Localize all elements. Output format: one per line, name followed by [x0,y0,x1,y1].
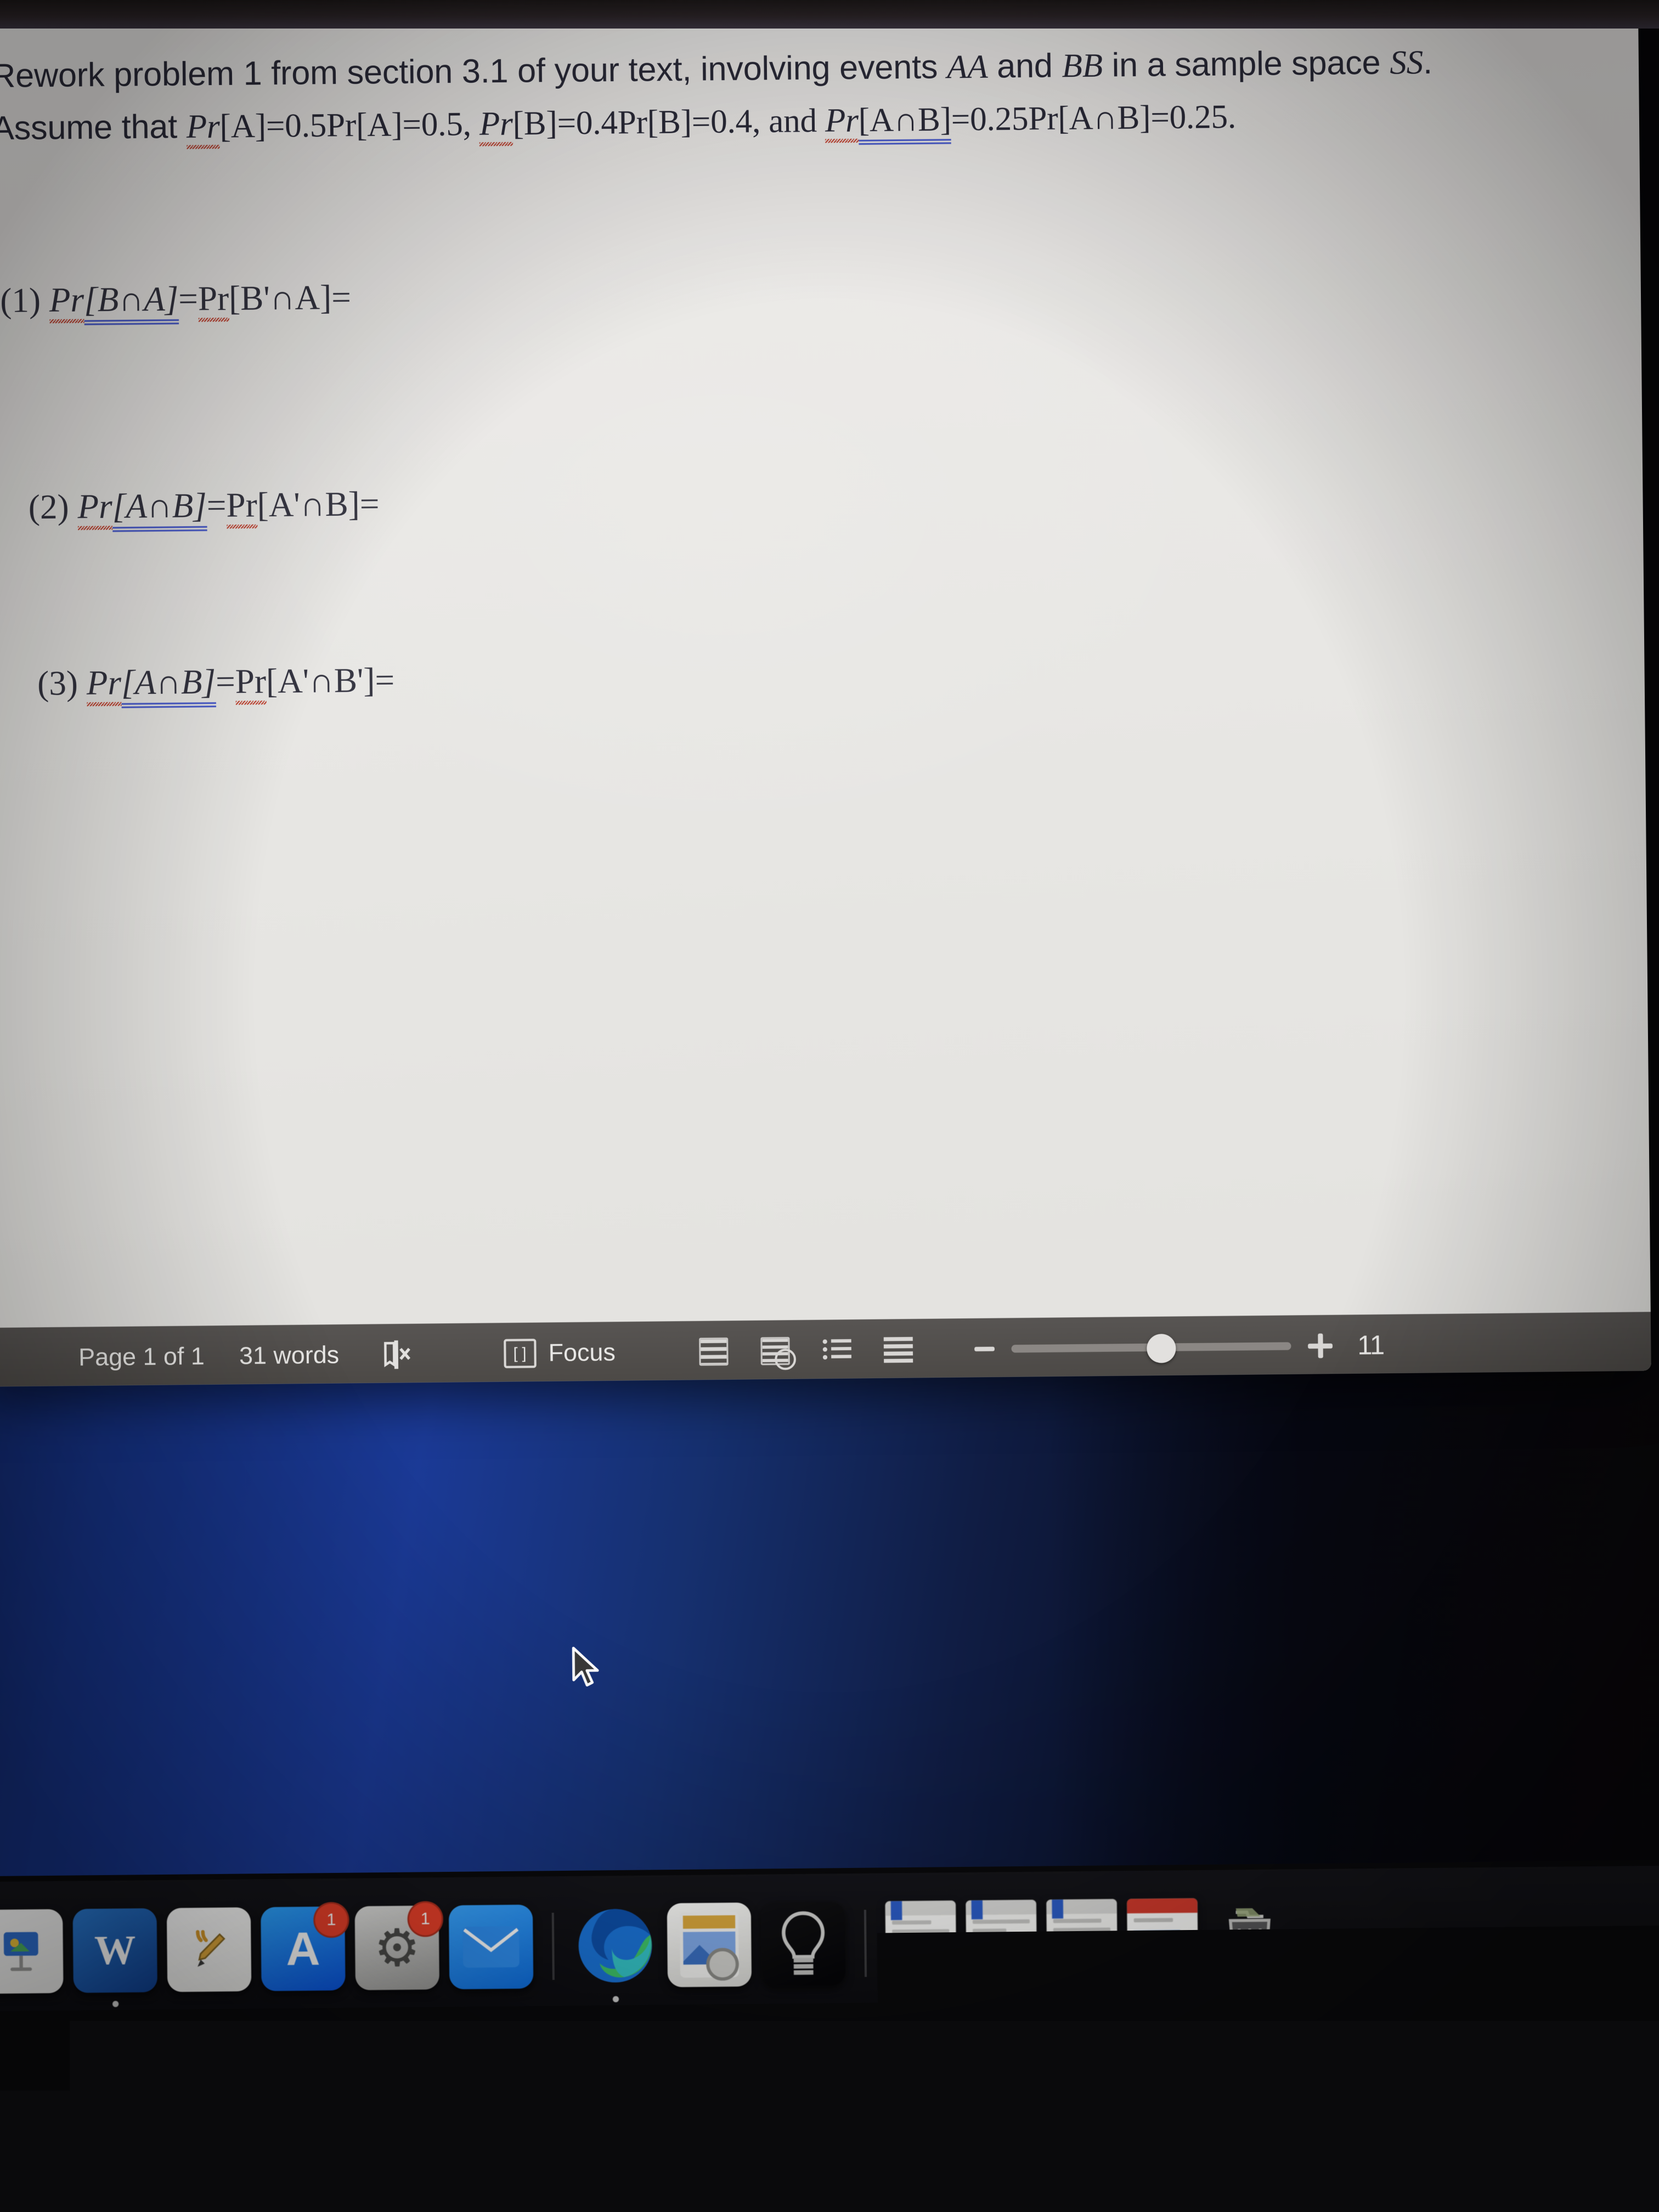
display-top-bezel [0,0,1659,29]
question-2-trailing-equals: = [359,485,379,523]
pr-a-expression: [A]=0.5Pr[A]=0.5, [219,105,479,145]
document-page[interactable]: Rework problem 1 from section 3.1 of you… [0,0,1651,1328]
question-1-pr-left: Pr [49,281,84,323]
draft-view-icon [884,1337,913,1363]
question-1-number: (1) [0,281,41,320]
zoom-percentage-label[interactable]: 11 [1357,1330,1384,1361]
lamp-bulb-icon [769,1908,837,1981]
dock-item-system-preferences[interactable]: ⚙ 1 [355,1905,439,1990]
pages-pencil-icon [182,1922,236,1977]
pr-b-token: Pr [479,105,513,146]
pr-ab-set-grammar-flag: [A∩B] [858,101,951,145]
question-3-pr-right: Pr [235,663,266,705]
trash-icon [1216,1903,1283,1977]
paragraph-intro-1: Rework problem 1 from section 3.1 of you… [0,36,1614,100]
zoom-slider-track[interactable] [1012,1342,1291,1352]
dock-item-desk-lamp-app[interactable] [761,1901,845,1986]
mouse-cursor [571,1646,603,1689]
app-store-icon: A [286,1921,320,1976]
question-item-1[interactable]: (1) Pr[B∩A]=Pr[B'∩A]= [0,278,351,321]
question-3-equals: = [216,663,235,701]
event-a-math: AA [947,48,988,85]
word-icon-letter: W [94,1927,136,1974]
question-3-trailing-equals: = [375,661,394,699]
dock-item-mail[interactable] [449,1905,533,1989]
proofing-errors-icon[interactable] [379,1337,414,1372]
app-store-badge-count: 1 [313,1902,349,1938]
question-2-set-right: [A'∩B] [257,486,360,524]
pr-b-expression: [B]=0.4Pr[B]=0.4, and [512,102,825,142]
zoom-control-group[interactable]: 11 [974,1330,1384,1364]
intro-period: . [1423,43,1432,81]
question-2-pr-left: Pr [77,488,112,530]
question-2-number: (2) [28,488,69,527]
preview-icon [670,1905,749,1984]
pr-a-token: Pr [186,108,220,149]
print-layout-icon [699,1338,729,1366]
question-1-pr-right: Pr [198,280,229,322]
minimized-document-2[interactable] [966,1900,1037,1984]
outline-view-button[interactable] [822,1337,852,1364]
intro-lead-text: Rework problem 1 from section 3.1 of you… [0,48,947,94]
zoom-slider-thumb[interactable] [1147,1334,1177,1363]
question-1-set-left: [B∩A] [84,280,179,325]
dock-item-keynote[interactable] [0,1909,64,1994]
dock-item-microsoft-word[interactable]: W [72,1908,157,1993]
dock-item-app-store[interactable]: A 1 [261,1906,345,1991]
question-2-set-left: [A∩B] [112,487,207,532]
running-indicator-dot [613,1996,619,2002]
print-layout-view-button[interactable] [699,1338,729,1365]
question-3-number: (3) [37,664,78,703]
minimized-document-1[interactable] [885,1900,956,1985]
edge-icon [573,1903,657,1988]
question-2-equals: = [206,487,226,525]
dock-item-pages[interactable] [167,1908,251,1992]
macbook-air-brand-text: Book Air [3,2085,120,2120]
dock-item-microsoft-edge[interactable] [573,1903,657,1988]
page-count-status[interactable]: Page 1 of 1 [78,1342,205,1372]
pr-ab-token: Pr [825,102,859,143]
running-indicator-dot [112,2001,119,2007]
macos-dock[interactable]: W A 1 ⚙ 1 [0,1865,1659,2022]
intro-mid-text: and [988,47,1062,85]
question-3-set-left: [A∩B] [121,663,216,708]
focus-mode-button[interactable]: [ ] Focus [504,1338,616,1368]
dock-item-preview[interactable] [667,1903,752,1987]
question-3-set-right: [A'∩B'] [266,662,375,701]
focus-mode-icon: [ ] [504,1339,537,1368]
dock-separator-2 [864,1910,867,1977]
draft-view-button[interactable] [884,1336,913,1363]
dock-separator-1 [552,1913,555,1980]
web-layout-view-button[interactable] [761,1338,791,1364]
question-item-3[interactable]: (3) Pr[A∩B]=Pr[A'∩B']= [37,661,395,704]
document-body-text[interactable]: Rework problem 1 from section 3.1 of you… [0,36,1615,157]
sample-space-math: SS [1390,44,1423,81]
minimized-browser-window[interactable] [1127,1898,1198,1983]
question-1-set-right: [B'∩A] [229,279,332,318]
photo-of-macbook-screen: Rework problem 1 from section 3.1 of you… [0,0,1659,2212]
focus-button-label: Focus [548,1339,616,1367]
zoom-in-icon[interactable] [1308,1333,1333,1358]
event-b-math: BB [1062,47,1103,84]
question-item-2[interactable]: (2) Pr[A∩B]=Pr[A'∩B]= [28,484,379,528]
system-preferences-badge-count: 1 [407,1901,443,1937]
assume-lead-text: Assume that [0,108,187,147]
question-3-pr-left: Pr [86,664,121,706]
zoom-out-icon[interactable] [975,1347,995,1352]
mail-envelope-icon [460,1922,522,1972]
outline-view-icon [822,1338,851,1363]
question-2-pr-right: Pr [226,487,257,529]
question-1-trailing-equals: = [331,278,351,317]
pr-ab-expression: =0.25Pr[A∩B]=0.25. [951,98,1236,138]
microsoft-word-window: Rework problem 1 from section 3.1 of you… [0,0,1651,1387]
question-1-equals: = [178,280,198,318]
web-layout-icon [761,1337,791,1365]
intro-tail-text: in a sample space [1102,43,1390,83]
keynote-icon [0,1926,47,1978]
dock-item-trash[interactable] [1207,1897,1292,1982]
chrome-icon [1169,1954,1194,1979]
paragraph-intro-2: Assume that Pr[A]=0.5Pr[A]=0.5, Pr[B]=0.… [0,89,1615,153]
word-count-status[interactable]: 31 words [239,1341,340,1370]
minimized-document-3[interactable] [1046,1899,1118,1983]
